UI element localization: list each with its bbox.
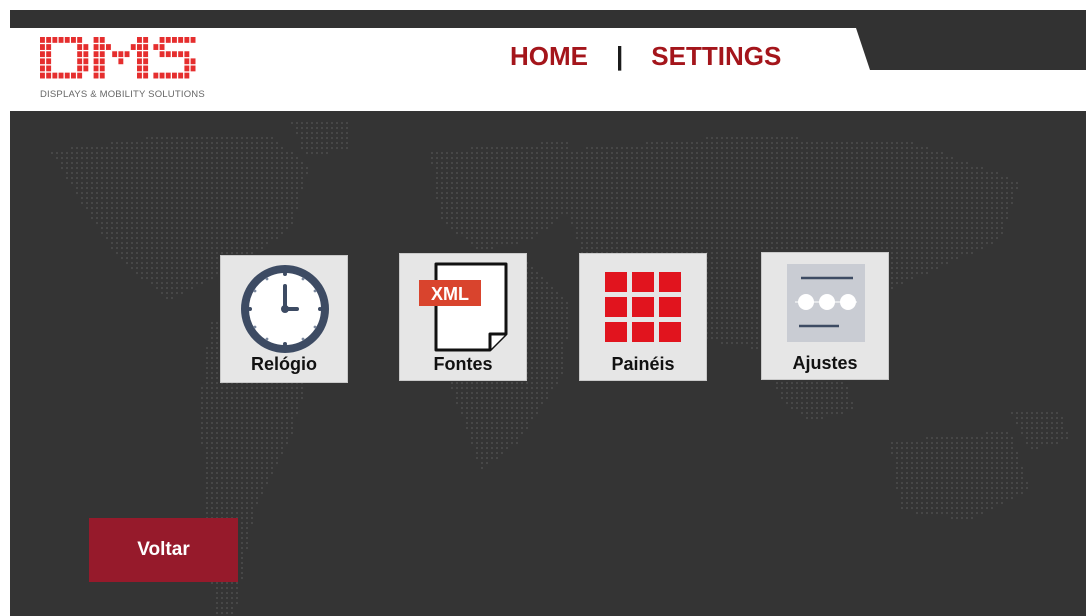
back-button[interactable]: Voltar — [89, 518, 238, 582]
nav-home-link[interactable]: HOME — [510, 41, 588, 72]
header: DISPLAYS & MOBILITY SOLUTIONS HOME | SET… — [10, 10, 1086, 111]
header-corner-tab — [850, 10, 1086, 70]
nav-separator: | — [616, 40, 624, 71]
logo-tagline: DISPLAYS & MOBILITY SOLUTIONS — [40, 89, 205, 100]
xml-badge-text: XML — [431, 284, 469, 304]
main-panel: Relógio XML Fontes Painéis Ajustes Volta… — [10, 111, 1086, 616]
dms-logo-mark — [40, 37, 196, 79]
top-nav: HOME | SETTINGS — [510, 36, 781, 76]
tile-paineis-label: Painéis — [611, 354, 675, 374]
tile-ajustes[interactable]: Ajustes — [761, 252, 889, 380]
tile-ajustes-label: Ajustes — [792, 353, 858, 373]
clock-icon — [237, 264, 333, 361]
tile-relogio[interactable]: Relógio — [220, 255, 348, 383]
tile-relogio-label: Relógio — [251, 354, 317, 374]
xml-file-icon: XML — [416, 258, 512, 357]
grid-panels-icon — [605, 272, 683, 351]
top-strip — [0, 0, 1086, 10]
tile-fontes[interactable]: XML Fontes — [399, 253, 527, 381]
nav-settings-link[interactable]: SETTINGS — [651, 41, 781, 72]
tile-paineis[interactable]: Painéis — [579, 253, 707, 381]
dms-logo: DISPLAYS & MOBILITY SOLUTIONS — [40, 35, 215, 105]
tile-fontes-label: Fontes — [433, 354, 493, 374]
settings-slider-icon — [787, 264, 865, 347]
